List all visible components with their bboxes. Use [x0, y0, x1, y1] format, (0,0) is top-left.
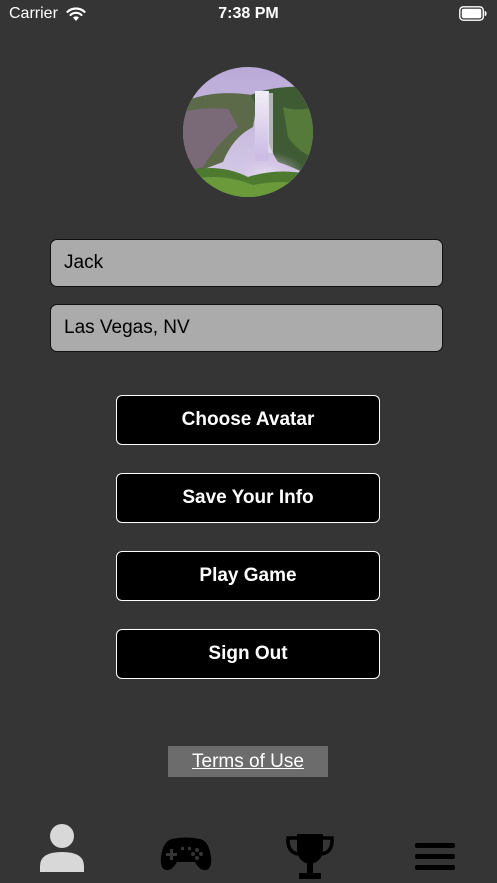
menu-icon — [415, 843, 455, 870]
tab-profile[interactable] — [32, 822, 92, 883]
battery-icon — [459, 6, 487, 21]
tab-menu[interactable] — [405, 822, 465, 883]
tab-trophy[interactable] — [280, 822, 340, 883]
terms-of-use-link[interactable]: Terms of Use — [168, 746, 328, 777]
play-game-button[interactable]: Play Game — [116, 551, 380, 601]
tab-bar — [0, 822, 497, 883]
gamepad-icon — [160, 837, 212, 871]
person-icon — [40, 824, 84, 872]
status-bar: Carrier 7:38 PM — [0, 0, 497, 30]
waterfall-image — [183, 67, 313, 197]
location-field[interactable] — [50, 304, 443, 352]
clock: 7:38 PM — [218, 5, 279, 22]
trophy-icon — [286, 834, 334, 879]
name-field[interactable] — [50, 239, 443, 287]
sign-out-button[interactable]: Sign Out — [116, 629, 380, 679]
tab-game[interactable] — [156, 822, 216, 883]
choose-avatar-button[interactable]: Choose Avatar — [116, 395, 380, 445]
save-info-button[interactable]: Save Your Info — [116, 473, 380, 523]
avatar[interactable] — [183, 67, 313, 197]
